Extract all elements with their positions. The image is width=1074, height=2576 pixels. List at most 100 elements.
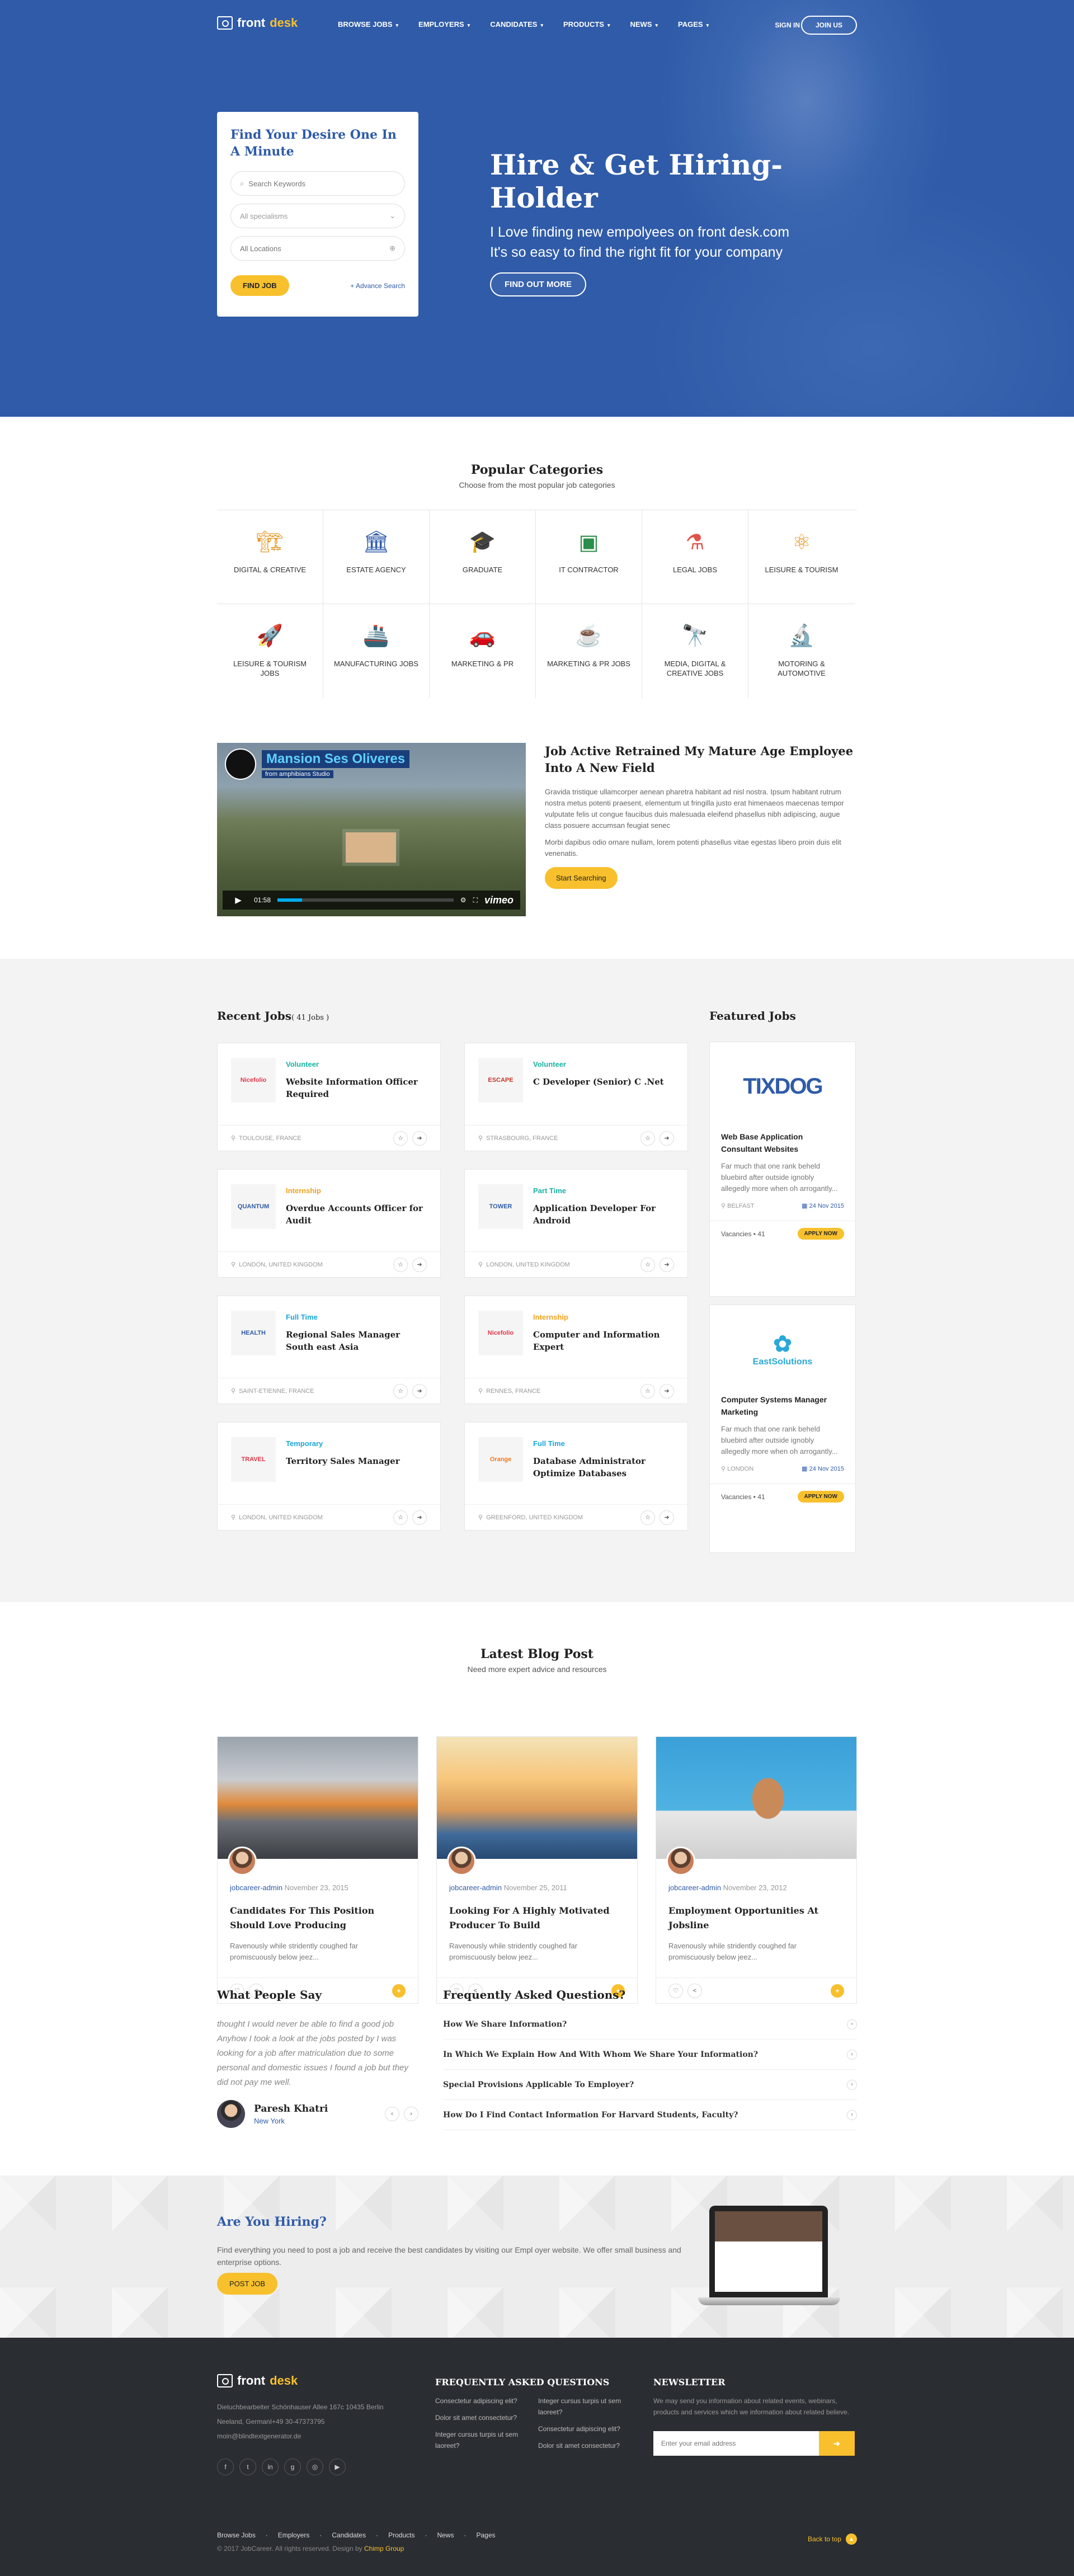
job-title[interactable]: Territory Sales Manager xyxy=(286,1455,426,1467)
post-job-button[interactable]: POST JOB xyxy=(217,2273,278,2295)
settings-icon[interactable]: ⚙ xyxy=(460,896,467,904)
locations-field[interactable]: ⊕ xyxy=(230,236,405,261)
locations-input[interactable] xyxy=(240,244,390,253)
featured-job-card[interactable]: TIXDOG Web Base Application Consultant W… xyxy=(709,1042,856,1297)
arrow-right-icon[interactable]: ➜ xyxy=(660,1510,674,1525)
sign-in-link[interactable]: SIGN IN xyxy=(775,21,800,29)
newsletter-email-input[interactable] xyxy=(653,2431,819,2456)
post-author[interactable]: jobcareer-admin xyxy=(449,1883,502,1892)
category-item[interactable]: 🚗 MARKETING & PR xyxy=(430,604,536,698)
category-item[interactable]: ⚛ LEISURE & TOURISM xyxy=(748,510,855,604)
start-searching-button[interactable]: Start Searching xyxy=(545,867,618,889)
video-from[interactable]: from amphibians Studio xyxy=(262,770,333,778)
faq-item[interactable]: In Which We Explain How And With Whom We… xyxy=(443,2040,857,2070)
job-card[interactable]: TOWER Part Time Application Developer For … xyxy=(464,1169,688,1278)
category-item[interactable]: 🏗 DIGITAL & CREATIVE xyxy=(217,510,323,604)
post-image-laptop[interactable] xyxy=(656,1737,856,1859)
faq-item[interactable]: Special Provisions Applicable To Employe… xyxy=(443,2070,857,2100)
job-title[interactable]: Database Administrator Optimize Database… xyxy=(533,1455,673,1480)
category-item[interactable]: 🔬 MOTORING & AUTOMOTIVE xyxy=(748,604,855,698)
blog-post-card[interactable]: jobcareer-admin November 23, 2015 Candid… xyxy=(217,1736,418,2004)
star-icon[interactable]: ☆ xyxy=(393,1383,408,1398)
category-item[interactable]: 🚢 MANUFACTURING JOBS xyxy=(323,604,430,698)
job-card[interactable]: Nicefolio Volunteer Website Information Of… xyxy=(217,1043,441,1151)
footer-faq-link[interactable]: Dolor sit amet consectetur? xyxy=(435,2412,530,2423)
post-title[interactable]: Looking For A Highly Motivated Producer … xyxy=(449,1904,628,1933)
nav-news[interactable]: NEWS ▾ xyxy=(630,20,658,29)
twitter-icon[interactable]: t xyxy=(239,2459,256,2475)
footer-faq-link[interactable]: Dolor sit amet consectetur? xyxy=(538,2440,633,2451)
job-title[interactable]: C Developer (Senior) C .Net xyxy=(533,1076,673,1088)
post-title[interactable]: Candidates For This Position Should Love… xyxy=(230,1904,409,1933)
footer-faq-link[interactable]: Consectetur adipiscing elit? xyxy=(538,2423,633,2434)
find-out-more-button[interactable]: FIND OUT MORE xyxy=(490,272,586,296)
blog-post-card[interactable]: jobcareer-admin November 25, 2011 Lookin… xyxy=(436,1736,638,2004)
specialisms-select[interactable]: All specialisms ⌄ xyxy=(230,204,405,228)
instagram-icon[interactable]: ◎ xyxy=(307,2459,323,2475)
arrow-right-icon[interactable]: ➜ xyxy=(660,1257,674,1272)
crosshair-icon[interactable]: ⊕ xyxy=(389,244,395,253)
nav-candidates[interactable]: CANDIDATES ▾ xyxy=(490,20,543,29)
footer-email[interactable]: moin@blindtextgenerator.de xyxy=(217,2431,418,2442)
chevron-right-icon[interactable]: › xyxy=(404,2107,418,2121)
footer-link-news[interactable]: News xyxy=(437,2531,454,2539)
back-to-top-link[interactable]: Back to top ▲ xyxy=(808,2533,857,2545)
category-item[interactable]: ▣ IT CONTRACTOR xyxy=(536,510,642,604)
job-card[interactable]: Nicefolio Internship Computer and Informat… xyxy=(464,1296,688,1404)
play-icon[interactable]: ▶ xyxy=(229,893,247,907)
nav-products[interactable]: PRODUCTS ▾ xyxy=(563,20,610,29)
job-card[interactable]: ESCAPE Volunteer C Developer (Senior) C .N… xyxy=(464,1043,688,1151)
faq-item[interactable]: How Do I Find Contact Information For Ha… xyxy=(443,2100,857,2130)
join-us-button[interactable]: JOIN US xyxy=(800,16,857,35)
star-icon[interactable]: ☆ xyxy=(393,1257,408,1272)
arrow-right-icon[interactable]: ➜ xyxy=(412,1510,427,1525)
star-icon[interactable]: ☆ xyxy=(640,1383,655,1398)
video-player[interactable]: Mansion Ses Oliveres from amphibians Stu… xyxy=(217,743,526,916)
footer-link-candidates[interactable]: Candidates xyxy=(332,2531,366,2539)
footer-faq-link[interactable]: Consectetur adipiscing elit? xyxy=(435,2395,530,2407)
keywords-input[interactable] xyxy=(248,179,395,188)
logo[interactable]: front desk xyxy=(217,16,298,30)
apply-now-button[interactable]: APPLY NOW xyxy=(797,1491,844,1503)
featured-job-card[interactable]: ✿ EastSolutions Computer Systems Manager … xyxy=(709,1305,856,1553)
category-item[interactable]: 🎓 GRADUATE xyxy=(430,510,536,604)
nav-browse-jobs[interactable]: BROWSE JOBS ▾ xyxy=(338,20,398,29)
youtube-icon[interactable]: ▶ xyxy=(329,2459,346,2475)
google-plus-icon[interactable]: g xyxy=(284,2459,301,2475)
job-card[interactable]: HEALTH Full Time Regional Sales Manager So… xyxy=(217,1296,441,1404)
category-item[interactable]: 🚀 LEISURE & TOURISM JOBS xyxy=(217,604,323,698)
footer-logo[interactable]: front desk xyxy=(217,2374,418,2388)
footer-link-products[interactable]: Products xyxy=(388,2531,414,2539)
category-item[interactable]: 🏛 ESTATE AGENCY xyxy=(323,510,430,604)
nav-pages[interactable]: PAGES ▾ xyxy=(678,20,709,29)
arrow-right-icon[interactable]: ➜ xyxy=(412,1131,427,1146)
category-item[interactable]: ☕ MARKETING & PR JOBS xyxy=(536,604,642,698)
linkedin-icon[interactable]: in xyxy=(262,2459,279,2475)
arrow-right-icon[interactable]: ➜ xyxy=(412,1383,427,1398)
facebook-icon[interactable]: f xyxy=(217,2459,234,2475)
featured-job-title[interactable]: Computer Systems Manager Marketing xyxy=(710,1393,855,1418)
job-title[interactable]: Computer and Information Expert xyxy=(533,1329,673,1353)
apply-now-button[interactable]: APPLY NOW xyxy=(797,1228,844,1240)
find-job-button[interactable]: FIND JOB xyxy=(230,275,289,296)
job-card[interactable]: Orange Full Time Database Administrator Op… xyxy=(464,1422,688,1530)
advance-search-link[interactable]: + Advance Search xyxy=(350,282,405,290)
post-author[interactable]: jobcareer-admin xyxy=(230,1883,282,1892)
category-item[interactable]: ⚗ LEGAL JOBS xyxy=(642,510,748,604)
job-title[interactable]: Website Information Officer Required xyxy=(286,1076,426,1100)
arrow-right-icon[interactable]: ➜ xyxy=(412,1257,427,1272)
job-card[interactable]: TRAVEL Temporary Territory Sales Manager ⚲ L… xyxy=(217,1422,441,1530)
category-item[interactable]: 🔭 MEDIA, DIGITAL & CREATIVE JOBS xyxy=(642,604,748,698)
footer-faq-link[interactable]: Integer cursus turpis ut sem laoreet? xyxy=(435,2429,530,2451)
footer-faq-link[interactable]: Integer cursus turpis ut sem laoreet? xyxy=(538,2395,633,2418)
post-title[interactable]: Employment Opportunities At Jobsline xyxy=(668,1904,847,1933)
footer-link-pages[interactable]: Pages xyxy=(476,2531,495,2539)
job-title[interactable]: Regional Sales Manager South east Asia xyxy=(286,1329,426,1353)
job-title[interactable]: Application Developer For Android xyxy=(533,1202,673,1227)
arrow-right-icon[interactable]: ➜ xyxy=(660,1131,674,1146)
footer-link-browse-jobs[interactable]: Browse Jobs xyxy=(217,2531,256,2539)
chevron-left-icon[interactable]: ‹ xyxy=(385,2107,399,2121)
job-card[interactable]: QUANTUM Internship Overdue Accounts Office… xyxy=(217,1169,441,1278)
nav-employers[interactable]: EMPLOYERS ▾ xyxy=(418,20,470,29)
faq-item[interactable]: How We Share Information? › xyxy=(443,2009,857,2040)
